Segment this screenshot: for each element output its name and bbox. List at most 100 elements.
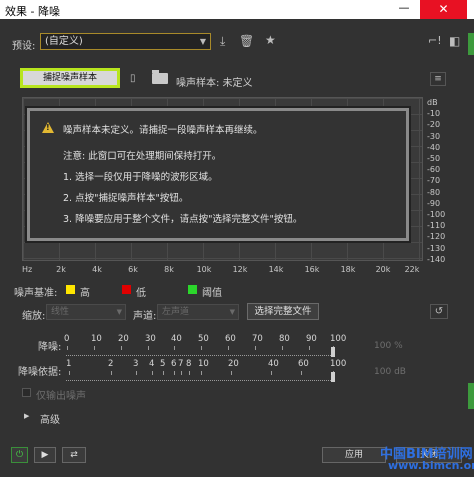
- slider-tick: [94, 346, 95, 350]
- noise-print-message: ! 噪声样本未定义。请捕捉一段噪声样本再继续。 注意: 此窗口可在处理期间保持打…: [25, 106, 411, 243]
- capture-noise-print-button[interactable]: 捕捉噪声样本: [20, 68, 120, 88]
- slider-tick-label: 20: [118, 334, 129, 344]
- legend-label-high: 高: [80, 288, 90, 299]
- fx-icon[interactable]: ⌐!: [428, 35, 442, 47]
- slider-tick: [189, 371, 190, 375]
- x-tick-label: 10k: [196, 265, 212, 274]
- power-icon[interactable]: ⏻: [11, 447, 28, 463]
- x-tick-label: 4k: [92, 265, 102, 274]
- y-tick-label: -70: [427, 176, 441, 186]
- slider-thumb[interactable]: [331, 372, 335, 382]
- scale-select[interactable]: 线性 ▼: [46, 304, 126, 320]
- legend-swatch-high: [66, 285, 75, 294]
- y-tick-label: -80: [427, 187, 441, 197]
- preset-select[interactable]: (自定义) ▼: [40, 33, 211, 50]
- channel-label: 声道:: [133, 311, 157, 322]
- legend-label-threshold: 阈值: [202, 288, 222, 299]
- message-line: 3. 降噪要应用于整个文件，请点按"选择完整文件"按钮。: [63, 214, 303, 225]
- slider-tick-label: 7: [178, 359, 184, 369]
- y-tick-label: -50: [427, 154, 441, 163]
- slider-tick-label: 1: [66, 359, 72, 369]
- warning-icon: !: [42, 122, 54, 133]
- x-tick-label: 22k: [404, 265, 420, 274]
- y-tick-label: -30: [427, 131, 441, 141]
- close-window-button[interactable]: ✕: [420, 0, 467, 19]
- slider-tick-label: 10: [198, 359, 209, 369]
- reduce-by-label: 降噪依据:: [18, 367, 62, 378]
- watermark-url: www.bimcn.org: [388, 459, 474, 472]
- slider-tick: [301, 371, 302, 375]
- play-icon[interactable]: ▶: [34, 447, 56, 463]
- channel-select[interactable]: 左声道 ▼: [157, 304, 239, 320]
- x-tick-label: 2k: [56, 265, 66, 274]
- slider-tick: [282, 346, 283, 350]
- slider-tick-label: 6: [171, 359, 177, 369]
- document-icon[interactable]: ▯: [130, 73, 136, 85]
- x-tick-label: 14k: [268, 265, 284, 274]
- output-noise-only-label: 仅输出噪声: [36, 391, 86, 402]
- slider-tick-label: 3: [133, 359, 139, 369]
- channel-value: 左声道: [162, 307, 190, 317]
- noise-reduction-value[interactable]: 100 %: [374, 341, 403, 351]
- chevron-down-icon: ▼: [199, 37, 206, 46]
- y-tick-label: -90: [427, 198, 441, 208]
- trash-icon[interactable]: 🗑: [239, 35, 254, 47]
- slider-tick: [309, 346, 310, 350]
- x-tick-label: 16k: [304, 265, 320, 274]
- output-noise-only-checkbox[interactable]: [22, 388, 31, 397]
- preset-label: 预设:: [12, 41, 36, 52]
- chevron-down-icon: ▼: [229, 308, 235, 316]
- legend-title: 噪声基准:: [14, 288, 58, 299]
- star-icon[interactable]: ★: [265, 34, 276, 46]
- slider-tick: [181, 371, 182, 375]
- window-title: 效果 - 降噪: [5, 5, 60, 18]
- y-tick-label: -140: [427, 254, 446, 264]
- slider-track[interactable]: [66, 376, 331, 381]
- expand-arrow-icon[interactable]: ▶: [24, 412, 29, 420]
- slider-tick-label: 10: [91, 334, 102, 344]
- minimize-button[interactable]: —: [393, 2, 415, 16]
- chevron-down-icon: ▼: [116, 308, 122, 316]
- slider-tick: [67, 346, 68, 350]
- slider-tick: [201, 371, 202, 375]
- legend-label-low: 低: [136, 288, 146, 299]
- x-tick-label: 12k: [232, 265, 248, 274]
- legend-swatch-low: [122, 285, 131, 294]
- noise-reduction-label: 降噪:: [38, 342, 62, 353]
- y-tick-label: -60: [427, 165, 441, 175]
- slider-tick: [136, 371, 137, 375]
- loop-icon[interactable]: ⇄: [62, 447, 86, 463]
- reduce-by-value[interactable]: 100 dB: [374, 367, 406, 377]
- slider-tick-label: 100: [330, 334, 347, 344]
- help-icon[interactable]: ◧: [449, 35, 460, 47]
- legend-swatch-threshold: [188, 285, 197, 294]
- advanced-label[interactable]: 高级: [40, 411, 60, 426]
- slider-tick-label: 40: [268, 359, 279, 369]
- y-tick-label: -40: [427, 142, 441, 152]
- y-tick-label: -20: [427, 120, 441, 130]
- slider-tick-label: 100: [330, 359, 347, 369]
- slider-thumb[interactable]: [331, 347, 335, 357]
- slider-tick: [174, 371, 175, 375]
- slider-tick-label: 4: [149, 359, 155, 369]
- slider-tick-label: 80: [279, 334, 290, 344]
- slider-tick-label: 40: [171, 334, 182, 344]
- select-full-file-button[interactable]: 选择完整文件: [247, 303, 319, 320]
- y-tick-label: -130: [427, 243, 446, 253]
- slider-tick-label: 70: [252, 334, 263, 344]
- reset-icon[interactable]: ↺: [430, 304, 448, 319]
- apply-button[interactable]: 应用: [322, 447, 386, 463]
- message-line: 注意: 此窗口可在处理期间保持打开。: [63, 151, 222, 162]
- x-tick-label: 8k: [164, 265, 174, 274]
- scale-label: 缩放:: [22, 311, 46, 322]
- slider-tick-label: 2: [108, 359, 114, 369]
- slider-track[interactable]: [66, 351, 331, 356]
- slider-tick: [255, 346, 256, 350]
- slider-tick: [69, 371, 70, 375]
- folder-icon[interactable]: [152, 70, 168, 84]
- menu-icon[interactable]: ≡: [430, 72, 446, 86]
- x-tick-label: Hz: [22, 265, 33, 274]
- y-tick-label: -120: [427, 232, 446, 242]
- download-icon[interactable]: ⤓: [220, 35, 225, 47]
- y-tick-label: -110: [427, 221, 446, 231]
